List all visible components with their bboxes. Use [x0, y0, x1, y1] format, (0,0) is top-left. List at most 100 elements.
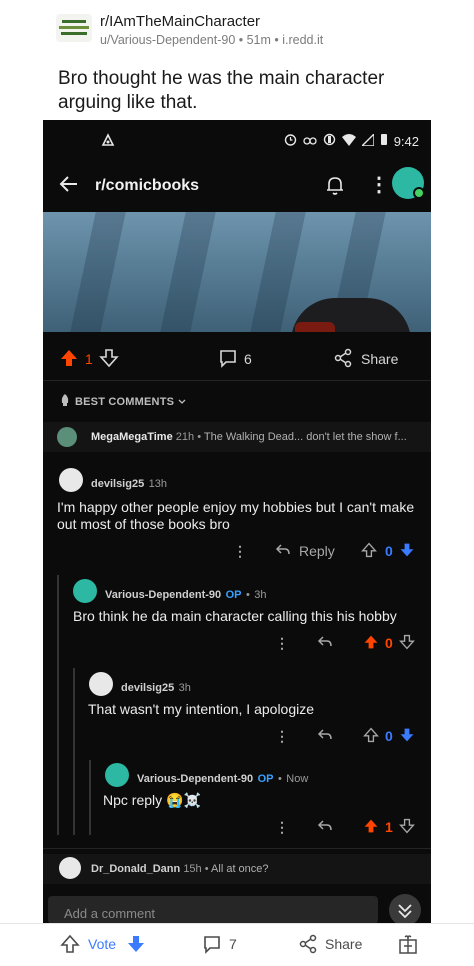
vote-label[interactable]: Vote [88, 936, 116, 952]
share-icon[interactable] [333, 348, 353, 371]
bell-icon[interactable] [325, 174, 345, 201]
comment-text: Bro think he da main character calling t… [73, 608, 397, 624]
add-comment-placeholder: Add a comment [64, 906, 156, 921]
comment-2: Various-Dependent-90 OP • 3h Bro think h… [43, 575, 431, 667]
comment-avatar [57, 427, 77, 447]
comment-count: 7 [229, 936, 237, 952]
downvote-icon[interactable] [399, 634, 415, 653]
downvote-icon[interactable] [126, 934, 146, 957]
comment-text: That wasn't my intention, I apologize [88, 701, 315, 717]
downvote-icon[interactable] [399, 542, 415, 561]
signal-icon [359, 131, 375, 149]
collapsed-comment[interactable]: Dr_Donald_Dann 15h • All at once? [43, 854, 431, 884]
share-icon[interactable] [298, 934, 318, 957]
bottom-action-bar: Vote 7 Share [0, 923, 474, 966]
upvote-icon[interactable] [361, 542, 377, 561]
battery-icon [380, 133, 388, 149]
upvote-icon[interactable] [59, 348, 79, 371]
comment-preview: All at once? [211, 863, 269, 875]
award-icon[interactable] [398, 933, 418, 958]
status-time: 9:42 [393, 133, 419, 149]
subreddit-name[interactable]: r/IAmTheMainCharacter [100, 13, 260, 30]
collapsed-comment[interactable]: MegaMegaTime 21h • The Walking Dead... d… [43, 422, 431, 452]
upvote-icon[interactable] [60, 934, 80, 957]
post-actions: 1 6 Share [43, 342, 431, 378]
comment-time: 15h [183, 863, 202, 875]
app-bar: r/comicbooks ⋮ [43, 162, 431, 210]
chevron-down-icon [178, 396, 186, 408]
more-options-icon[interactable]: ⋮ [233, 543, 247, 560]
embedded-screenshot: 9:42 r/comicbooks ⋮ 1 6 Share BEST COMME… [43, 120, 431, 965]
post-header: r/IAmTheMainCharacter u/Various-Dependen… [0, 0, 474, 120]
upvote-icon[interactable] [363, 634, 379, 653]
comment-avatar[interactable] [105, 763, 129, 787]
post-title[interactable]: Bro thought he was the main character ar… [58, 67, 438, 115]
more-options-icon[interactable]: ⋮ [275, 635, 289, 652]
appbar-title[interactable]: r/comicbooks [95, 177, 199, 195]
score: 1 [385, 819, 393, 835]
score: 0 [385, 543, 393, 559]
more-options-icon[interactable]: ⋮ [275, 728, 289, 745]
reply-label[interactable]: Reply [299, 543, 335, 559]
comment-time: 3h [254, 589, 267, 601]
comment-avatar[interactable] [73, 579, 97, 603]
more-options-icon[interactable]: ⋮ [369, 172, 389, 197]
sort-best-comments[interactable]: BEST COMMENTS [59, 394, 186, 409]
reply-icon[interactable] [317, 819, 333, 836]
downvote-icon[interactable] [399, 818, 415, 837]
comment-avatar[interactable] [89, 672, 113, 696]
comment-icon[interactable] [218, 348, 238, 371]
vibrate-icon [323, 133, 336, 149]
post-meta: u/Various-Dependent-90 • 51m • i.redd.it [100, 33, 324, 47]
op-badge: OP [257, 773, 274, 785]
comment-icon[interactable] [202, 934, 222, 957]
comment-1: devilsig25 13h I'm happy other people en… [43, 460, 431, 570]
reply-icon[interactable] [317, 728, 333, 745]
reply-icon[interactable] [275, 543, 291, 560]
comment-author[interactable]: Various-Dependent-90 [105, 589, 221, 601]
link-icon [303, 134, 317, 149]
comment-author[interactable]: devilsig25 [91, 478, 144, 490]
comment-time: Now [286, 773, 309, 785]
notification-icon [101, 133, 115, 150]
wifi-icon [341, 133, 356, 149]
vote-count: 1 [85, 351, 93, 367]
upvote-icon[interactable] [363, 818, 379, 837]
comment-author[interactable]: Various-Dependent-90 [137, 773, 253, 785]
score: 0 [385, 635, 393, 651]
divider [43, 848, 431, 849]
comment-text: I'm happy other people enjoy my hobbies … [57, 499, 415, 532]
downvote-icon[interactable] [399, 727, 415, 746]
comment-4: Various-Dependent-90 OP • Now Npc reply … [43, 760, 431, 844]
subreddit-logo[interactable] [56, 14, 92, 42]
back-arrow-icon[interactable] [57, 172, 81, 196]
more-options-icon[interactable]: ⋮ [275, 819, 289, 836]
comment-author[interactable]: MegaMegaTime [91, 431, 173, 443]
comment-3: devilsig25 3h That wasn't my intention, … [43, 668, 431, 760]
post-image[interactable] [43, 212, 431, 332]
comment-author[interactable]: Dr_Donald_Dann [91, 863, 180, 875]
alarm-icon [284, 133, 297, 149]
share-label[interactable]: Share [361, 351, 398, 367]
comment-avatar[interactable] [59, 468, 83, 492]
comment-count: 6 [244, 351, 252, 367]
comment-avatar [59, 857, 81, 879]
add-comment-input[interactable]: Add a comment [48, 896, 378, 924]
upvote-icon[interactable] [363, 727, 379, 746]
comment-time: 21h [175, 431, 195, 443]
downvote-icon[interactable] [99, 348, 119, 371]
comment-preview: The Walking Dead... don't let the show f… [203, 431, 407, 443]
divider [43, 380, 431, 381]
user-avatar[interactable] [392, 167, 425, 199]
sort-label: BEST COMMENTS [75, 395, 175, 408]
comment-time: 3h [178, 682, 191, 694]
status-bar: 9:42 [43, 120, 431, 162]
reply-icon[interactable] [317, 635, 333, 652]
share-label[interactable]: Share [325, 936, 362, 952]
comment-time: 13h [148, 478, 168, 490]
comment-author[interactable]: devilsig25 [121, 682, 174, 694]
collapse-thread-icon[interactable] [389, 894, 421, 926]
comment-text: Npc reply 😭☠️ [103, 792, 201, 808]
rocket-icon [59, 394, 71, 409]
op-badge: OP [225, 589, 242, 601]
